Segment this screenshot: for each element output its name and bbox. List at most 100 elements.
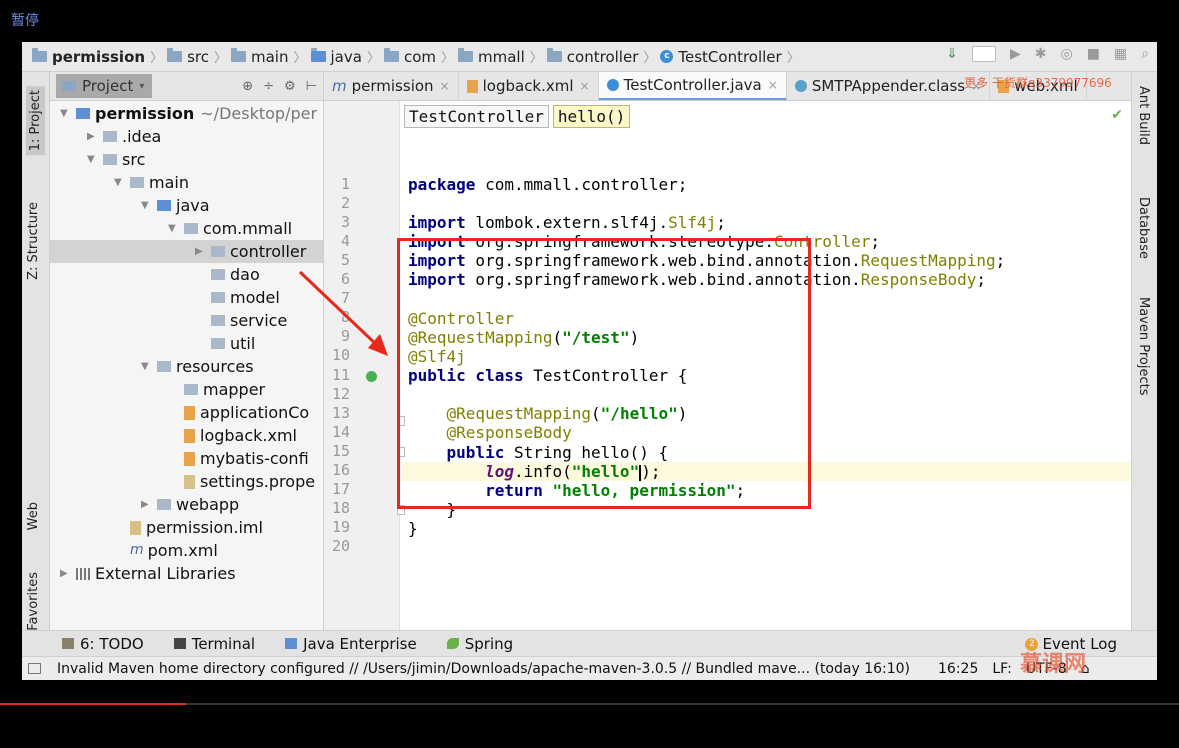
ant-build-tool-tab[interactable]: Ant Build — [1136, 86, 1151, 145]
tree-item[interactable]: ▼ java — [50, 194, 323, 217]
web-tool-tab[interactable]: Web — [26, 502, 41, 530]
bean-gutter-icon[interactable] — [366, 371, 377, 382]
tree-item[interactable]: ▼ resources — [50, 355, 323, 378]
chevron-icon[interactable]: ▼ — [168, 217, 180, 240]
pause-label[interactable]: 暂停 — [11, 10, 39, 30]
tree-item[interactable]: ▼ main — [50, 171, 323, 194]
hide-icon[interactable]: ⊢ — [306, 79, 317, 94]
run-config-dropdown[interactable] — [971, 46, 996, 62]
editor-tab[interactable]: TestController.java × — [598, 72, 787, 100]
terminal-icon — [173, 638, 186, 649]
maven-icon: m — [130, 542, 144, 558]
structure-tool-tab[interactable]: Z: Structure — [26, 202, 41, 280]
nav-crumb-project[interactable]: permission 〉 — [32, 47, 163, 66]
maven-projects-tool-tab[interactable]: Maven Projects — [1136, 297, 1151, 396]
tree-item[interactable]: permission.iml — [50, 516, 323, 539]
chevron-icon[interactable]: ▼ — [87, 148, 99, 171]
gear-icon[interactable]: ⚙ — [284, 79, 296, 94]
chevron-icon[interactable]: ▼ — [141, 194, 153, 217]
build-icon[interactable]: ⇓ — [946, 46, 958, 62]
tree-item-label: mybatis-confi — [200, 449, 309, 468]
tree-item[interactable]: ▶ External Libraries — [50, 562, 323, 585]
nav-crumb-controller[interactable]: controller 〉 — [546, 47, 656, 66]
todo-tool-button[interactable]: 6: TODO — [62, 635, 144, 653]
chevron-icon[interactable]: ▼ — [60, 102, 72, 125]
close-icon[interactable]: × — [768, 78, 778, 92]
line-separator[interactable]: LF: — [992, 661, 1011, 677]
project-view-dropdown[interactable]: Project ▾ — [56, 74, 153, 98]
run-toolbar: ⇓ ▶ ✱ ◎ ■ ▦ ⌕ — [946, 46, 1149, 62]
search-icon[interactable]: ⌕ — [1141, 46, 1149, 62]
java-enterprise-tool-button[interactable]: Java Enterprise — [285, 635, 417, 653]
nav-crumb-src[interactable]: src 〉 — [167, 47, 227, 66]
chevron-icon[interactable]: ▼ — [141, 355, 153, 378]
package-icon — [184, 223, 198, 234]
tree-item[interactable]: ▼ src — [50, 148, 323, 171]
tree-item[interactable]: mapper — [50, 378, 323, 401]
tree-item[interactable]: logback.xml — [50, 424, 323, 447]
tree-item[interactable]: ▶ controller — [50, 240, 323, 263]
chevron-icon[interactable]: ▶ — [87, 125, 99, 148]
tree-item-label: External Libraries — [95, 564, 236, 583]
close-icon[interactable]: × — [440, 79, 450, 93]
tree-item[interactable]: model — [50, 286, 323, 309]
chevron-icon[interactable]: ▶ — [60, 562, 72, 585]
project-structure-icon[interactable]: ▦ — [1114, 46, 1127, 62]
chevron-icon[interactable]: ▼ — [114, 171, 126, 194]
tree-item[interactable]: ▶ webapp — [50, 493, 323, 516]
tree-item-label: com.mmall — [203, 219, 293, 238]
editor-tab[interactable]: logback.xml × — [459, 72, 599, 100]
run-icon[interactable]: ▶ — [1010, 46, 1021, 62]
tree-item[interactable]: dao — [50, 263, 323, 286]
inspection-ok-icon[interactable]: ✔ — [1111, 107, 1123, 123]
database-tool-tab[interactable]: Database — [1136, 197, 1151, 259]
tree-item-path: ~/Desktop/per — [200, 104, 318, 123]
tree-item[interactable]: ▼ permission ~/Desktop/per — [50, 102, 323, 125]
breadcrumb-class[interactable]: TestController — [404, 105, 549, 128]
tree-item[interactable]: m pom.xml — [50, 539, 323, 562]
module-icon — [76, 108, 90, 119]
coverage-icon[interactable]: ◎ — [1060, 46, 1072, 62]
line-number: 14 — [331, 422, 350, 441]
stop-icon[interactable]: ■ — [1087, 46, 1100, 62]
nav-crumb-mmall[interactable]: mmall 〉 — [458, 47, 543, 66]
nav-crumb-testcontroller[interactable]: c TestController 〉 — [660, 47, 800, 66]
folder-icon — [130, 177, 144, 188]
line-number: 16 — [331, 460, 350, 479]
line-number: 4 — [340, 232, 350, 251]
tree-item-label: permission.iml — [146, 518, 263, 537]
tree-item-label: .idea — [122, 127, 162, 146]
tree-item-label: settings.prope — [200, 472, 316, 491]
tree-item[interactable]: service — [50, 309, 323, 332]
line-number: 1 — [340, 175, 350, 193]
chevron-icon[interactable]: ▶ — [141, 493, 153, 516]
tree-item[interactable]: ▼ com.mmall — [50, 217, 323, 240]
tree-item[interactable]: util — [50, 332, 323, 355]
editor-tab[interactable]: m permission × — [324, 72, 459, 100]
project-tool-tab[interactable]: 1: Project — [26, 86, 45, 156]
tree-item[interactable]: settings.prope — [50, 470, 323, 493]
debug-icon[interactable]: ✱ — [1035, 46, 1047, 62]
folder-icon — [231, 48, 246, 62]
caret-position[interactable]: 16:25 — [938, 661, 978, 677]
nav-crumb-com[interactable]: com 〉 — [383, 47, 454, 66]
tree-item[interactable]: applicationCo — [50, 401, 323, 424]
status-message[interactable]: Invalid Maven home directory configured … — [57, 661, 910, 677]
nav-crumb-main[interactable]: main 〉 — [231, 47, 307, 66]
tree-item[interactable]: mybatis-confi — [50, 447, 323, 470]
tool-window-toggle-icon[interactable] — [28, 663, 41, 674]
xml-file-icon — [466, 79, 478, 93]
close-icon[interactable]: × — [580, 79, 590, 93]
collapse-icon[interactable]: ÷ — [263, 79, 274, 94]
spring-tool-button[interactable]: Spring — [446, 635, 513, 653]
breadcrumb-method[interactable]: hello() — [552, 105, 631, 128]
editor-tab[interactable]: SMTPAppender.class × — [787, 72, 991, 100]
scroll-from-source-icon[interactable]: ⊕ — [242, 79, 253, 94]
chevron-icon[interactable]: ▶ — [195, 240, 207, 263]
tree-item-label: permission — [95, 104, 195, 123]
file-icon — [184, 474, 195, 489]
terminal-tool-button[interactable]: Terminal — [173, 635, 255, 653]
tree-item[interactable]: ▶ .idea — [50, 125, 323, 148]
package-icon — [383, 48, 399, 62]
nav-crumb-java[interactable]: java 〉 — [310, 47, 380, 66]
